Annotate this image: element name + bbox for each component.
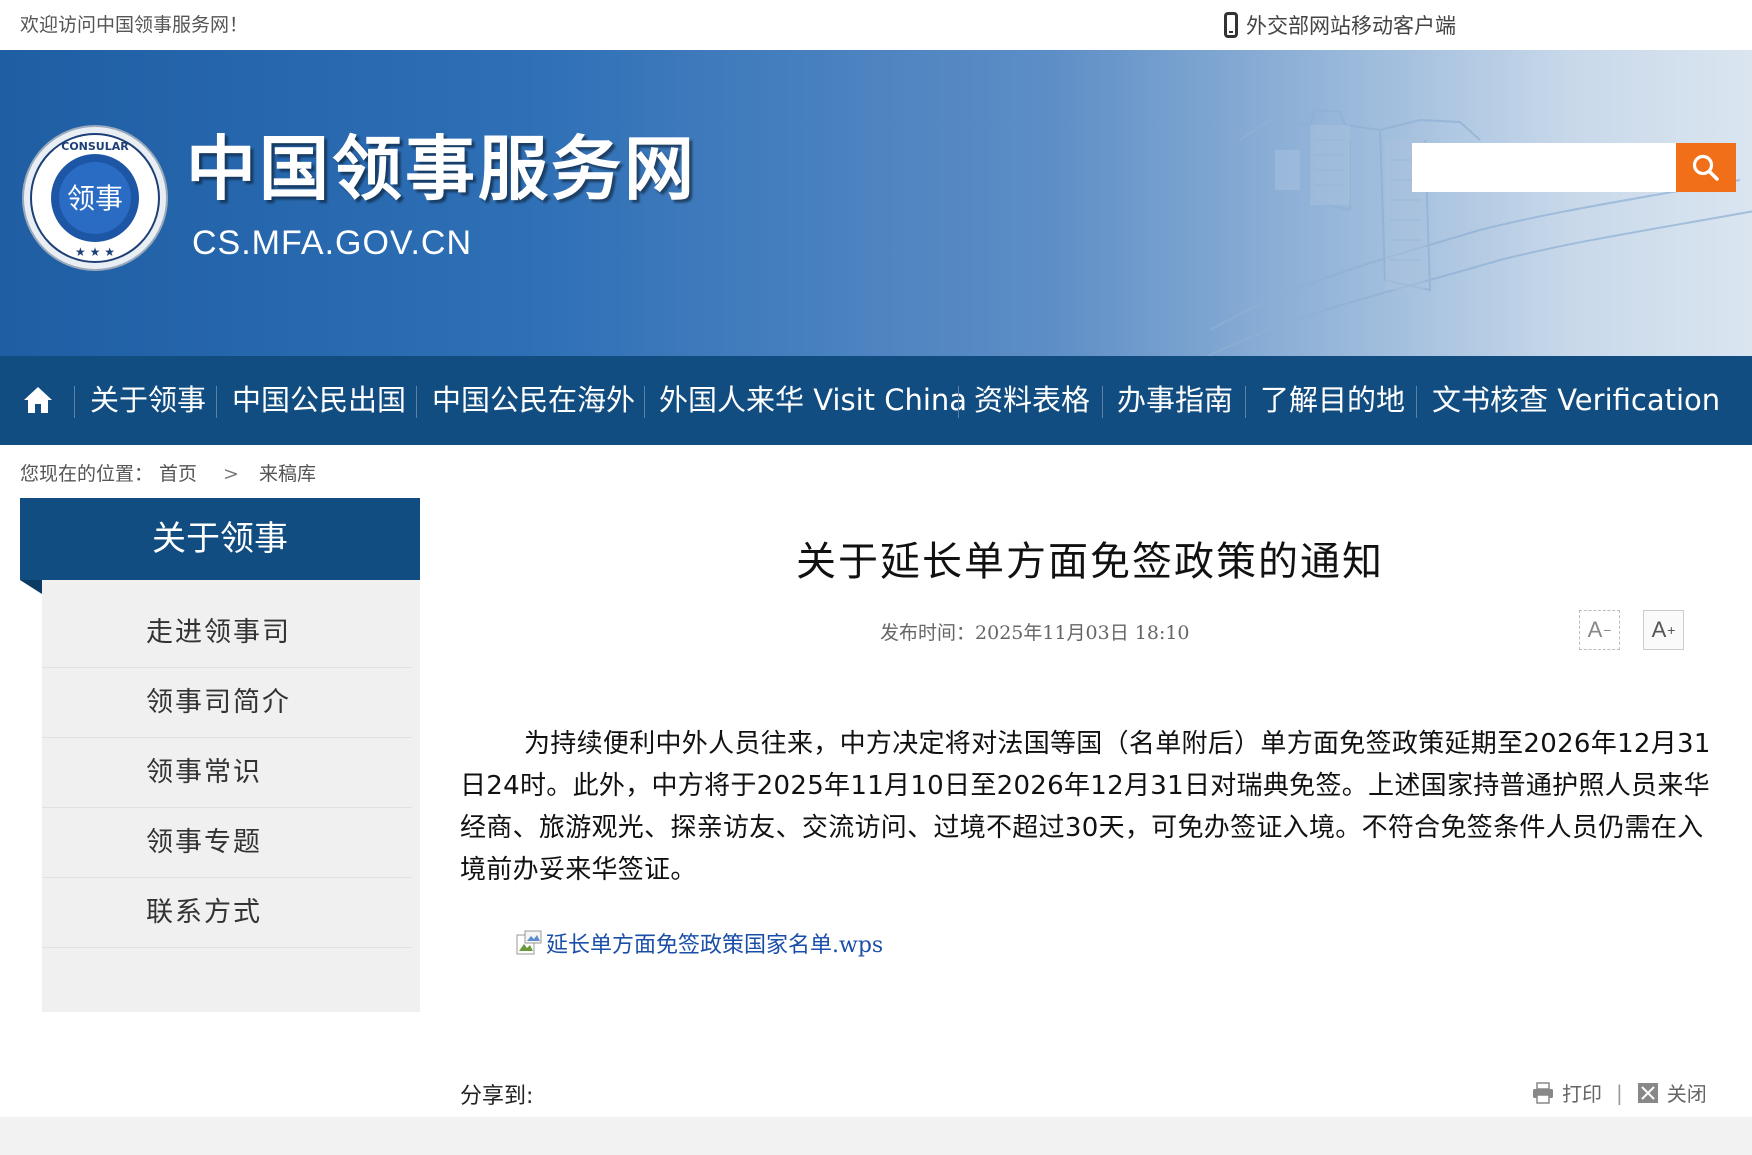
nav-divider [1102,386,1103,418]
nav-item-about-consular[interactable]: 关于领事 [90,356,206,445]
sidebar-title-fold [20,580,42,594]
content-panel: 您现在的位置： 首页 > 来稿库 关于领事 走进领事司 领事司简介 领事常识 领事专题… [0,445,1752,1117]
sidebar-item-consular-knowledge[interactable]: 领事常识 [42,738,412,808]
mobile-app-link[interactable]: 外交部网站移动客户端 [1224,9,1456,41]
publish-label: 发布时间： [880,622,976,644]
svg-text:领事: 领事 [67,182,123,215]
article-body: 为持续便利中外人员往来，中方决定将对法国等国（名单附后）单方面免签政策延期至20… [460,729,1711,885]
breadcrumb-prefix: 您现在的位置： [20,463,154,485]
page-bottom [0,1117,1752,1155]
article-title: 关于延长单方面免签政策的通知 [796,539,1384,585]
nav-item-citizens-overseas[interactable]: 中国公民在海外 [432,356,635,445]
svg-text:CONSULAR: CONSULAR [61,140,129,153]
nav-divider [644,386,645,418]
phone-icon [1224,12,1238,38]
broken-image-icon [516,930,542,955]
nav-item-visit-china[interactable]: 外国人来华 Visit China [659,356,967,445]
close-icon [1637,1082,1658,1103]
print-label: 打印 [1562,1082,1602,1106]
article-actions: 打印 | 关闭 [1532,1078,1707,1107]
print-button[interactable]: 打印 [1532,1078,1602,1107]
sidebar-menu: 走进领事司 领事司简介 领事常识 领事专题 联系方式 [42,580,420,1012]
search-input[interactable] [1412,143,1676,192]
close-button[interactable]: 关闭 [1637,1078,1707,1107]
close-label: 关闭 [1666,1082,1707,1106]
nav-item-verification[interactable]: 文书核查 Verification [1432,356,1720,445]
breadcrumb: 您现在的位置： 首页 > 来稿库 [20,459,322,486]
site-banner: 领事 CONSULAR ★ ★ ★ 中国领事服务网 CS.MFA.GOV.CN [0,50,1752,356]
site-domain: CS.MFA.GOV.CN [192,224,473,262]
publish-info: 发布时间：2025年11月03日 18:10 [880,618,1190,645]
nav-item-destinations[interactable]: 了解目的地 [1260,356,1405,445]
search-icon [1692,154,1719,181]
nav-divider [74,386,75,418]
sidebar-item-department-intro[interactable]: 领事司简介 [42,668,412,738]
nav-divider [216,386,217,418]
publish-time: 2025年11月03日 18:10 [975,622,1190,644]
sidebar-item-consular-topics[interactable]: 领事专题 [42,808,412,878]
action-divider: | [1616,1080,1623,1105]
printer-icon [1533,1081,1553,1104]
sidebar-title: 关于领事 [20,498,420,580]
nav-item-forms[interactable]: 资料表格 [974,356,1090,445]
attachment-link[interactable]: 延长单方面免签政策国家名单.wps [516,927,883,959]
top-bar: 欢迎访问中国领事服务网！ 外交部网站移动客户端 [0,0,1752,50]
nav-item-citizens-abroad[interactable]: 中国公民出国 [232,356,406,445]
breadcrumb-current[interactable]: 来稿库 [259,463,316,485]
nav-divider [1416,386,1417,418]
nav-divider [1245,386,1246,418]
plus-icon: + [1667,622,1676,638]
consular-emblem-logo: 领事 CONSULAR ★ ★ ★ [22,125,168,271]
share-label: 分享到: [460,1084,534,1109]
nav-item-guide[interactable]: 办事指南 [1117,356,1233,445]
font-decrease-label: A [1587,617,1603,642]
font-decrease-button[interactable]: A − [1579,610,1620,650]
breadcrumb-home-link[interactable]: 首页 [159,463,197,485]
home-icon[interactable] [22,384,54,416]
mobile-app-label: 外交部网站移动客户端 [1246,14,1456,38]
great-wall-illustration [1205,108,1752,356]
site-title: 中国领事服务网 [186,127,697,210]
font-increase-label: A [1651,617,1667,642]
search-button[interactable] [1676,143,1736,192]
sidebar-item-contact[interactable]: 联系方式 [42,878,412,948]
minus-icon: − [1603,622,1612,638]
nav-divider [416,386,417,418]
welcome-text: 欢迎访问中国领事服务网！ [20,14,249,36]
breadcrumb-separator: > [223,463,239,485]
font-increase-button[interactable]: A + [1643,610,1684,650]
svg-text:★ ★ ★: ★ ★ ★ [75,245,115,259]
main-nav: 关于领事 中国公民出国 中国公民在海外 外国人来华 Visit China 资料… [0,356,1752,445]
nav-divider [958,386,959,418]
sidebar-item-into-department[interactable]: 走进领事司 [42,598,412,668]
attachment-filename: 延长单方面免签政策国家名单.wps [546,933,884,958]
